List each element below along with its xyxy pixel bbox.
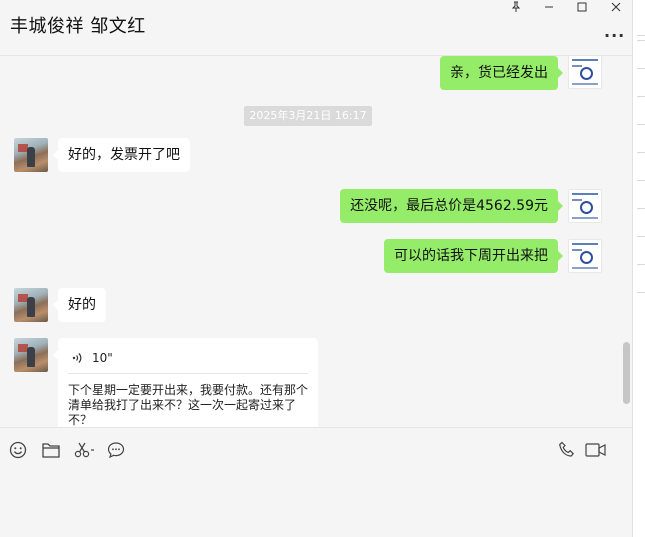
scrollbar-thumb[interactable] — [623, 342, 630, 404]
chat-bubble-icon[interactable] — [106, 440, 126, 460]
minimize-icon[interactable] — [538, 0, 560, 14]
message-bubble-outgoing[interactable]: 还没呢，最后总价是4562.59元 — [340, 189, 563, 223]
divider — [68, 373, 308, 374]
maximize-icon[interactable] — [571, 0, 593, 14]
my-avatar[interactable] — [568, 189, 602, 223]
message-bubble-outgoing[interactable]: 亲，货已经发出 — [440, 56, 563, 90]
pin-icon[interactable] — [505, 0, 527, 14]
voice-transcript: 下个星期一定要开出来，我要付款。还有那个清单给我打了出来不？这一次一起寄过来了不… — [68, 383, 309, 427]
message-input[interactable] — [0, 471, 632, 537]
my-avatar[interactable] — [568, 239, 602, 273]
message-bubble-incoming[interactable]: 好的，发票开了吧 — [53, 138, 190, 172]
close-icon[interactable] — [605, 0, 627, 14]
message-bubble-incoming[interactable]: 好的 — [53, 288, 106, 322]
phone-icon[interactable] — [557, 440, 577, 460]
more-options-button[interactable]: ... — [604, 22, 625, 41]
voice-wave-icon — [72, 353, 82, 363]
my-avatar[interactable] — [568, 56, 602, 89]
scissors-icon[interactable] — [73, 440, 97, 460]
message-list[interactable]: 亲，货已经发出 2025年3月21日 16:17 好的，发票开了吧 还没呢，最后… — [0, 56, 632, 427]
contact-avatar[interactable] — [14, 138, 48, 172]
input-toolbar — [0, 427, 632, 471]
chat-window: 丰城俊祥 邹文红 ... 亲，货已经发出 2025年3月21日 16:17 好的… — [0, 0, 632, 537]
chat-header: 丰城俊祥 邹文红 ... — [0, 0, 632, 56]
contact-avatar[interactable] — [14, 288, 48, 322]
emoji-icon[interactable] — [8, 440, 28, 460]
chat-title: 丰城俊祥 邹文红 — [10, 16, 146, 37]
voice-message[interactable]: 10" 下个星期一定要开出来，我要付款。还有那个清单给我打了出来不？这一次一起寄… — [53, 338, 318, 427]
video-icon[interactable] — [585, 440, 607, 460]
voice-play-row[interactable]: 10" — [70, 348, 113, 368]
voice-duration: 10" — [92, 351, 113, 365]
message-bubble-outgoing[interactable]: 可以的话我下周开出来把 — [384, 239, 563, 273]
message-timestamp: 2025年3月21日 16:17 — [244, 106, 372, 126]
contact-avatar[interactable] — [14, 338, 48, 372]
folder-icon[interactable] — [41, 440, 61, 460]
side-panel-edge — [632, 0, 645, 537]
